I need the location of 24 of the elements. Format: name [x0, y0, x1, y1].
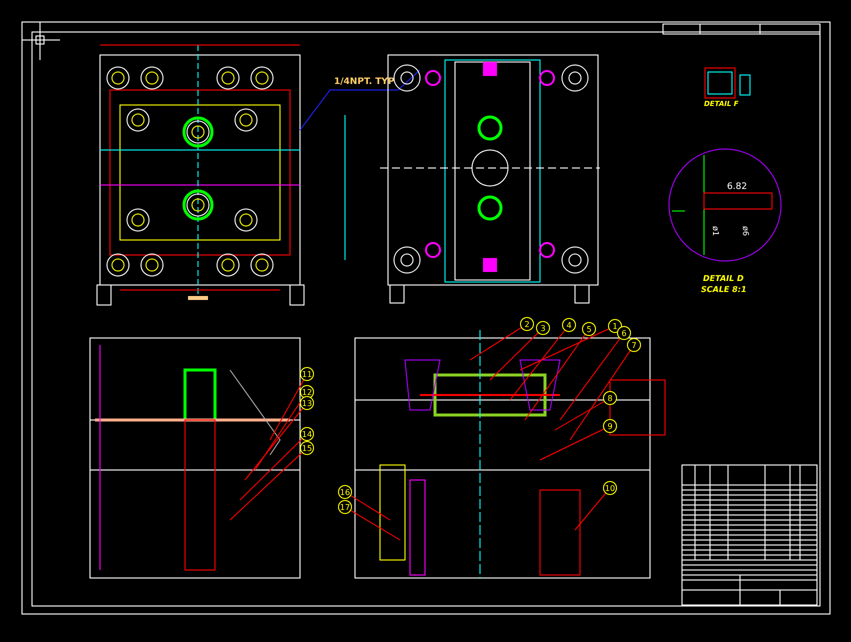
- callout-balloon: 17: [338, 500, 352, 514]
- callout-balloon: 7: [627, 338, 641, 352]
- callout-balloon: 8: [603, 391, 617, 405]
- dimension-value: 6.82: [727, 182, 748, 192]
- callout-balloon: 4: [562, 318, 576, 332]
- callout-balloon: 6: [617, 326, 631, 340]
- callout-balloon: 9: [603, 419, 617, 433]
- callout-balloon: 1: [608, 319, 622, 333]
- detail-scale: SCALE 8:1: [701, 285, 747, 294]
- callout-balloon: 14: [300, 427, 314, 441]
- detail-title: DETAIL D: [703, 274, 744, 283]
- callout-balloon: 11: [300, 367, 314, 381]
- callout-balloon: 13: [300, 396, 314, 410]
- callout-balloon: 3: [536, 321, 550, 335]
- callout-balloon: 12: [300, 385, 314, 399]
- ucs-crosshair-icon: [22, 22, 60, 60]
- callout-balloon: 16: [338, 485, 352, 499]
- detail-f-drawing: [704, 68, 750, 98]
- callout-balloon: 10: [603, 481, 617, 495]
- diameter-label: ø6: [741, 226, 750, 236]
- callout-balloon: 5: [582, 322, 596, 336]
- callout-balloon: 15: [300, 441, 314, 455]
- diameter-label: ø1: [711, 226, 720, 236]
- callout-balloon: 2: [520, 317, 534, 331]
